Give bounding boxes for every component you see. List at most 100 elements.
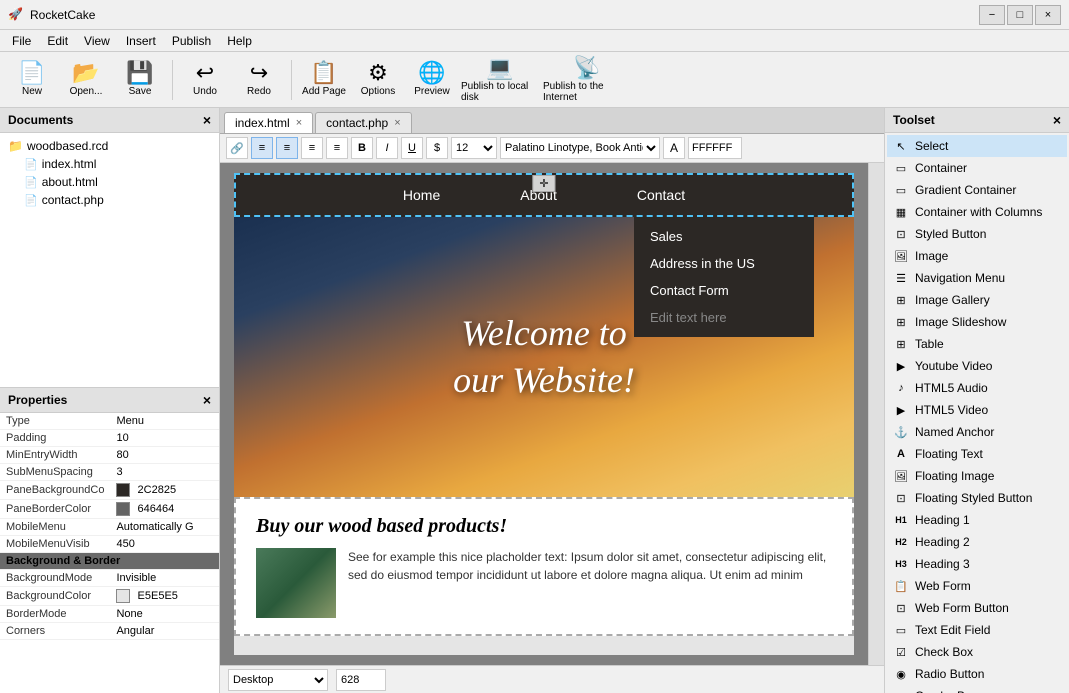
dropdown-address[interactable]: Address in the US [634, 250, 814, 277]
canvas-width-input[interactable] [336, 669, 386, 691]
menu-file[interactable]: File [4, 32, 39, 50]
tool-table[interactable]: ⊞ Table [887, 333, 1067, 355]
prop-row-paneborder: PaneBorderColor 646464 [0, 500, 219, 519]
properties-close[interactable]: × [203, 392, 211, 408]
php-icon: 📄 [24, 194, 38, 207]
tool-named-anchor[interactable]: ⚓ Named Anchor [887, 421, 1067, 443]
doc-item-about[interactable]: 📄 about.html [4, 173, 215, 191]
canvas-scrollbar[interactable] [868, 163, 884, 665]
view-mode-select[interactable]: Desktop Tablet Mobile [228, 669, 328, 691]
maximize-button[interactable]: □ [1007, 5, 1033, 25]
minimize-button[interactable]: − [979, 5, 1005, 25]
undo-label: Undo [193, 86, 217, 97]
align-justify-button[interactable]: ≡ [326, 137, 348, 159]
dropdown-edittext[interactable]: Edit text here [634, 304, 814, 331]
prop-val-submenuspacing: 3 [110, 464, 219, 481]
text-field-icon: ▭ [893, 622, 909, 638]
tool-text-edit-field[interactable]: ▭ Text Edit Field [887, 619, 1067, 641]
tool-select-label: Select [915, 139, 1061, 153]
font-family-select[interactable]: Palatino Linotype, Book Antiqua3, Pal [500, 137, 660, 159]
tool-floating-text[interactable]: A Floating Text [887, 443, 1067, 465]
panebg-swatch [116, 483, 130, 497]
doc-item-contact[interactable]: 📄 contact.php [4, 191, 215, 209]
tool-image-gallery[interactable]: ⊞ Image Gallery [887, 289, 1067, 311]
font-color-a: A [670, 141, 678, 155]
currency-button[interactable]: $ [426, 137, 448, 159]
file-icon: 📁 [8, 139, 23, 153]
dropdown-contactform[interactable]: Contact Form [634, 277, 814, 304]
tool-container[interactable]: ▭ Container [887, 157, 1067, 179]
properties-scroll[interactable]: Type Menu Padding 10 MinEntryWidth 80 [0, 413, 219, 693]
open-button[interactable]: 📂 Open... [60, 56, 112, 104]
tool-combo-box[interactable]: ▾ Combo Box [887, 685, 1067, 693]
publishnet-button[interactable]: 📡 Publish to the Internet [542, 56, 632, 104]
tool-container-columns[interactable]: ▦ Container with Columns [887, 201, 1067, 223]
tool-floating-image[interactable]: 🖼 Floating Image [887, 465, 1067, 487]
toolset-close[interactable]: × [1053, 112, 1061, 128]
nav-home[interactable]: Home [393, 183, 450, 207]
font-color-box[interactable]: A [663, 137, 685, 159]
tool-html5-audio[interactable]: ♪ HTML5 Audio [887, 377, 1067, 399]
new-button[interactable]: 📄 New [6, 56, 58, 104]
underline-button[interactable]: U [401, 137, 423, 159]
tool-web-form-button[interactable]: ⊡ Web Form Button [887, 597, 1067, 619]
tool-radio-button[interactable]: ◉ Radio Button [887, 663, 1067, 685]
font-color-input[interactable] [688, 137, 742, 159]
menu-help[interactable]: Help [219, 32, 260, 50]
tab-contact[interactable]: contact.php × [315, 112, 411, 133]
tool-web-form[interactable]: 📋 Web Form [887, 575, 1067, 597]
save-button[interactable]: 💾 Save [114, 56, 166, 104]
options-button[interactable]: ⚙ Options [352, 56, 404, 104]
nav-dropdown: Sales Address in the US Contact Form Edi… [634, 217, 814, 337]
close-button[interactable]: × [1035, 5, 1061, 25]
tab-index[interactable]: index.html × [224, 112, 313, 133]
canvas-area[interactable]: ✛ Home About Contact Sales Address in th… [220, 163, 868, 665]
italic-button[interactable]: I [376, 137, 398, 159]
menu-edit[interactable]: Edit [39, 32, 76, 50]
tool-heading1[interactable]: H1 Heading 1 [887, 509, 1067, 531]
dropdown-sales[interactable]: Sales [634, 223, 814, 250]
drag-handle[interactable]: ✛ [532, 175, 555, 192]
tab-index-close[interactable]: × [296, 117, 302, 129]
align-left-button[interactable]: ≡ [251, 137, 273, 159]
tool-navigation-menu[interactable]: ☰ Navigation Menu [887, 267, 1067, 289]
font-size-select[interactable]: 12 891011 141618 [451, 137, 497, 159]
redo-button[interactable]: ↪ Redo [233, 56, 285, 104]
tool-styled-button[interactable]: ⊡ Styled Button [887, 223, 1067, 245]
tool-image-slideshow[interactable]: ⊞ Image Slideshow [887, 311, 1067, 333]
tool-combo-label: Combo Box [915, 689, 1061, 693]
documents-area: 📁 woodbased.rcd 📄 index.html 📄 about.htm… [0, 133, 219, 387]
toolset-title: Toolset [893, 113, 935, 127]
tool-heading3[interactable]: H3 Heading 3 [887, 553, 1067, 575]
tool-h3-label: Heading 3 [915, 557, 1061, 571]
tool-select[interactable]: ↖ Select [887, 135, 1067, 157]
nav-bar[interactable]: ✛ Home About Contact [234, 173, 854, 217]
link-button[interactable]: 🔗 [226, 137, 248, 159]
prop-val-mobilemenu: Automatically G [110, 519, 219, 536]
documents-close[interactable]: × [203, 112, 211, 128]
align-right-button[interactable]: ≡ [301, 137, 323, 159]
tool-heading2[interactable]: H2 Heading 2 [887, 531, 1067, 553]
tab-contact-close[interactable]: × [394, 117, 400, 129]
menu-publish[interactable]: Publish [164, 32, 219, 50]
bold-button[interactable]: B [351, 137, 373, 159]
preview-button[interactable]: 🌐 Preview [406, 56, 458, 104]
tool-youtube-video[interactable]: ▶ Youtube Video [887, 355, 1067, 377]
tool-gradient-container[interactable]: ▭ Gradient Container [887, 179, 1067, 201]
tool-floating-styled-button[interactable]: ⊡ Floating Styled Button [887, 487, 1067, 509]
prop-section-bgborder: Background & Border [0, 553, 219, 570]
hero-text[interactable]: Welcome to our Website! [453, 310, 635, 404]
tool-image[interactable]: 🖼 Image [887, 245, 1067, 267]
tab-index-label: index.html [235, 116, 290, 130]
align-center-button[interactable]: ≡ [276, 137, 298, 159]
addpage-button[interactable]: 📋 Add Page [298, 56, 350, 104]
undo-button[interactable]: ↩ Undo [179, 56, 231, 104]
nav-contact[interactable]: Contact [627, 183, 695, 207]
tool-html5-video[interactable]: ▶ HTML5 Video [887, 399, 1067, 421]
tool-check-box[interactable]: ☑ Check Box [887, 641, 1067, 663]
menu-view[interactable]: View [76, 32, 118, 50]
doc-item-index[interactable]: 📄 index.html [4, 155, 215, 173]
menu-insert[interactable]: Insert [118, 32, 164, 50]
publishnet-icon: 📡 [573, 57, 600, 79]
publishdisk-button[interactable]: 💻 Publish to local disk [460, 56, 540, 104]
